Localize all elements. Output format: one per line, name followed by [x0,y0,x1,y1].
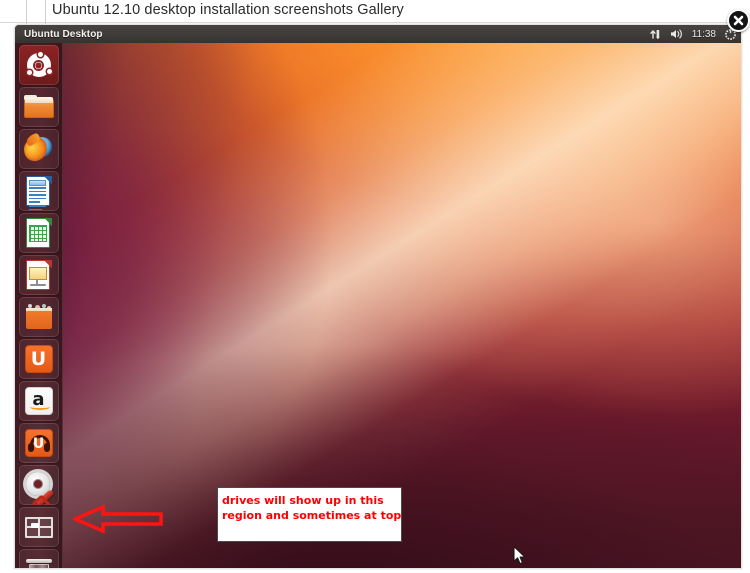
shopping-bag-icon [22,300,56,334]
mouse-pointer-icon [513,546,526,565]
launcher-item-firefox[interactable] [18,129,59,169]
unity-top-panel: Ubuntu Desktop 11:38 [15,25,741,43]
network-up-down-arrows-icon [650,30,660,40]
launcher-item-trash[interactable] [18,549,59,568]
document-writer-icon [22,174,56,211]
headphones-u-icon: U [22,426,56,460]
launcher-item-workspace-switcher[interactable] [18,507,59,547]
ubuntu-desktop-screenshot-window: Ubuntu Desktop 11:38 U a U drives will s… [14,24,742,569]
launcher-item-ubuntu-one[interactable]: U [18,339,59,379]
mouse-cursor [513,546,527,566]
launcher-item-amazon[interactable]: a [18,381,59,421]
panel-window-title: Ubuntu Desktop [24,28,103,40]
network-indicator[interactable] [650,25,662,43]
firefox-icon [21,132,56,166]
workspace-grid-icon [22,510,56,544]
gear-wrench-icon [22,468,56,505]
screenshot-root: Ubuntu 12.10 desktop installation screen… [0,0,750,573]
launcher-item-libreoffice-calc[interactable] [18,213,59,253]
launcher-item-libreoffice-impress[interactable] [18,255,59,295]
launcher-item-system-settings[interactable] [18,465,59,505]
launcher-item-files[interactable] [18,87,59,127]
close-screenshot-button[interactable] [727,9,750,32]
trash-bin-icon [22,552,56,568]
background-divider [0,22,750,23]
background-rule-2 [45,0,46,24]
panel-indicator-area: 11:38 [650,25,741,43]
sound-indicator[interactable] [670,25,684,43]
launcher-item-libreoffice-writer[interactable] [18,171,59,211]
close-icon [733,15,744,26]
launcher-item-dash-home[interactable] [18,45,59,85]
ubuntu-one-u-icon: U [22,342,56,376]
presentation-impress-icon [22,258,56,292]
folder-icon [22,90,56,124]
background-page-title: Ubuntu 12.10 desktop installation screen… [52,2,404,18]
left-arrow-icon [70,504,163,534]
launcher-item-ubuntu-one-music[interactable]: U [18,423,59,463]
annotation-callout-box: drives will show up in this region and s… [217,487,402,542]
background-rule-1 [26,0,27,24]
clock-indicator[interactable]: 11:38 [692,29,716,40]
launcher-item-software-center[interactable] [18,297,59,337]
annotation-line-1: drives will show up in this [222,494,384,507]
spreadsheet-calc-icon [22,216,56,250]
volume-speaker-icon [670,29,682,39]
annotation-arrow [70,503,163,535]
unity-launcher: U a U [15,43,63,568]
amazon-a-icon: a [22,384,56,418]
annotation-line-2: region and sometimes at top [222,509,402,522]
ubuntu-logo-icon [22,48,56,82]
